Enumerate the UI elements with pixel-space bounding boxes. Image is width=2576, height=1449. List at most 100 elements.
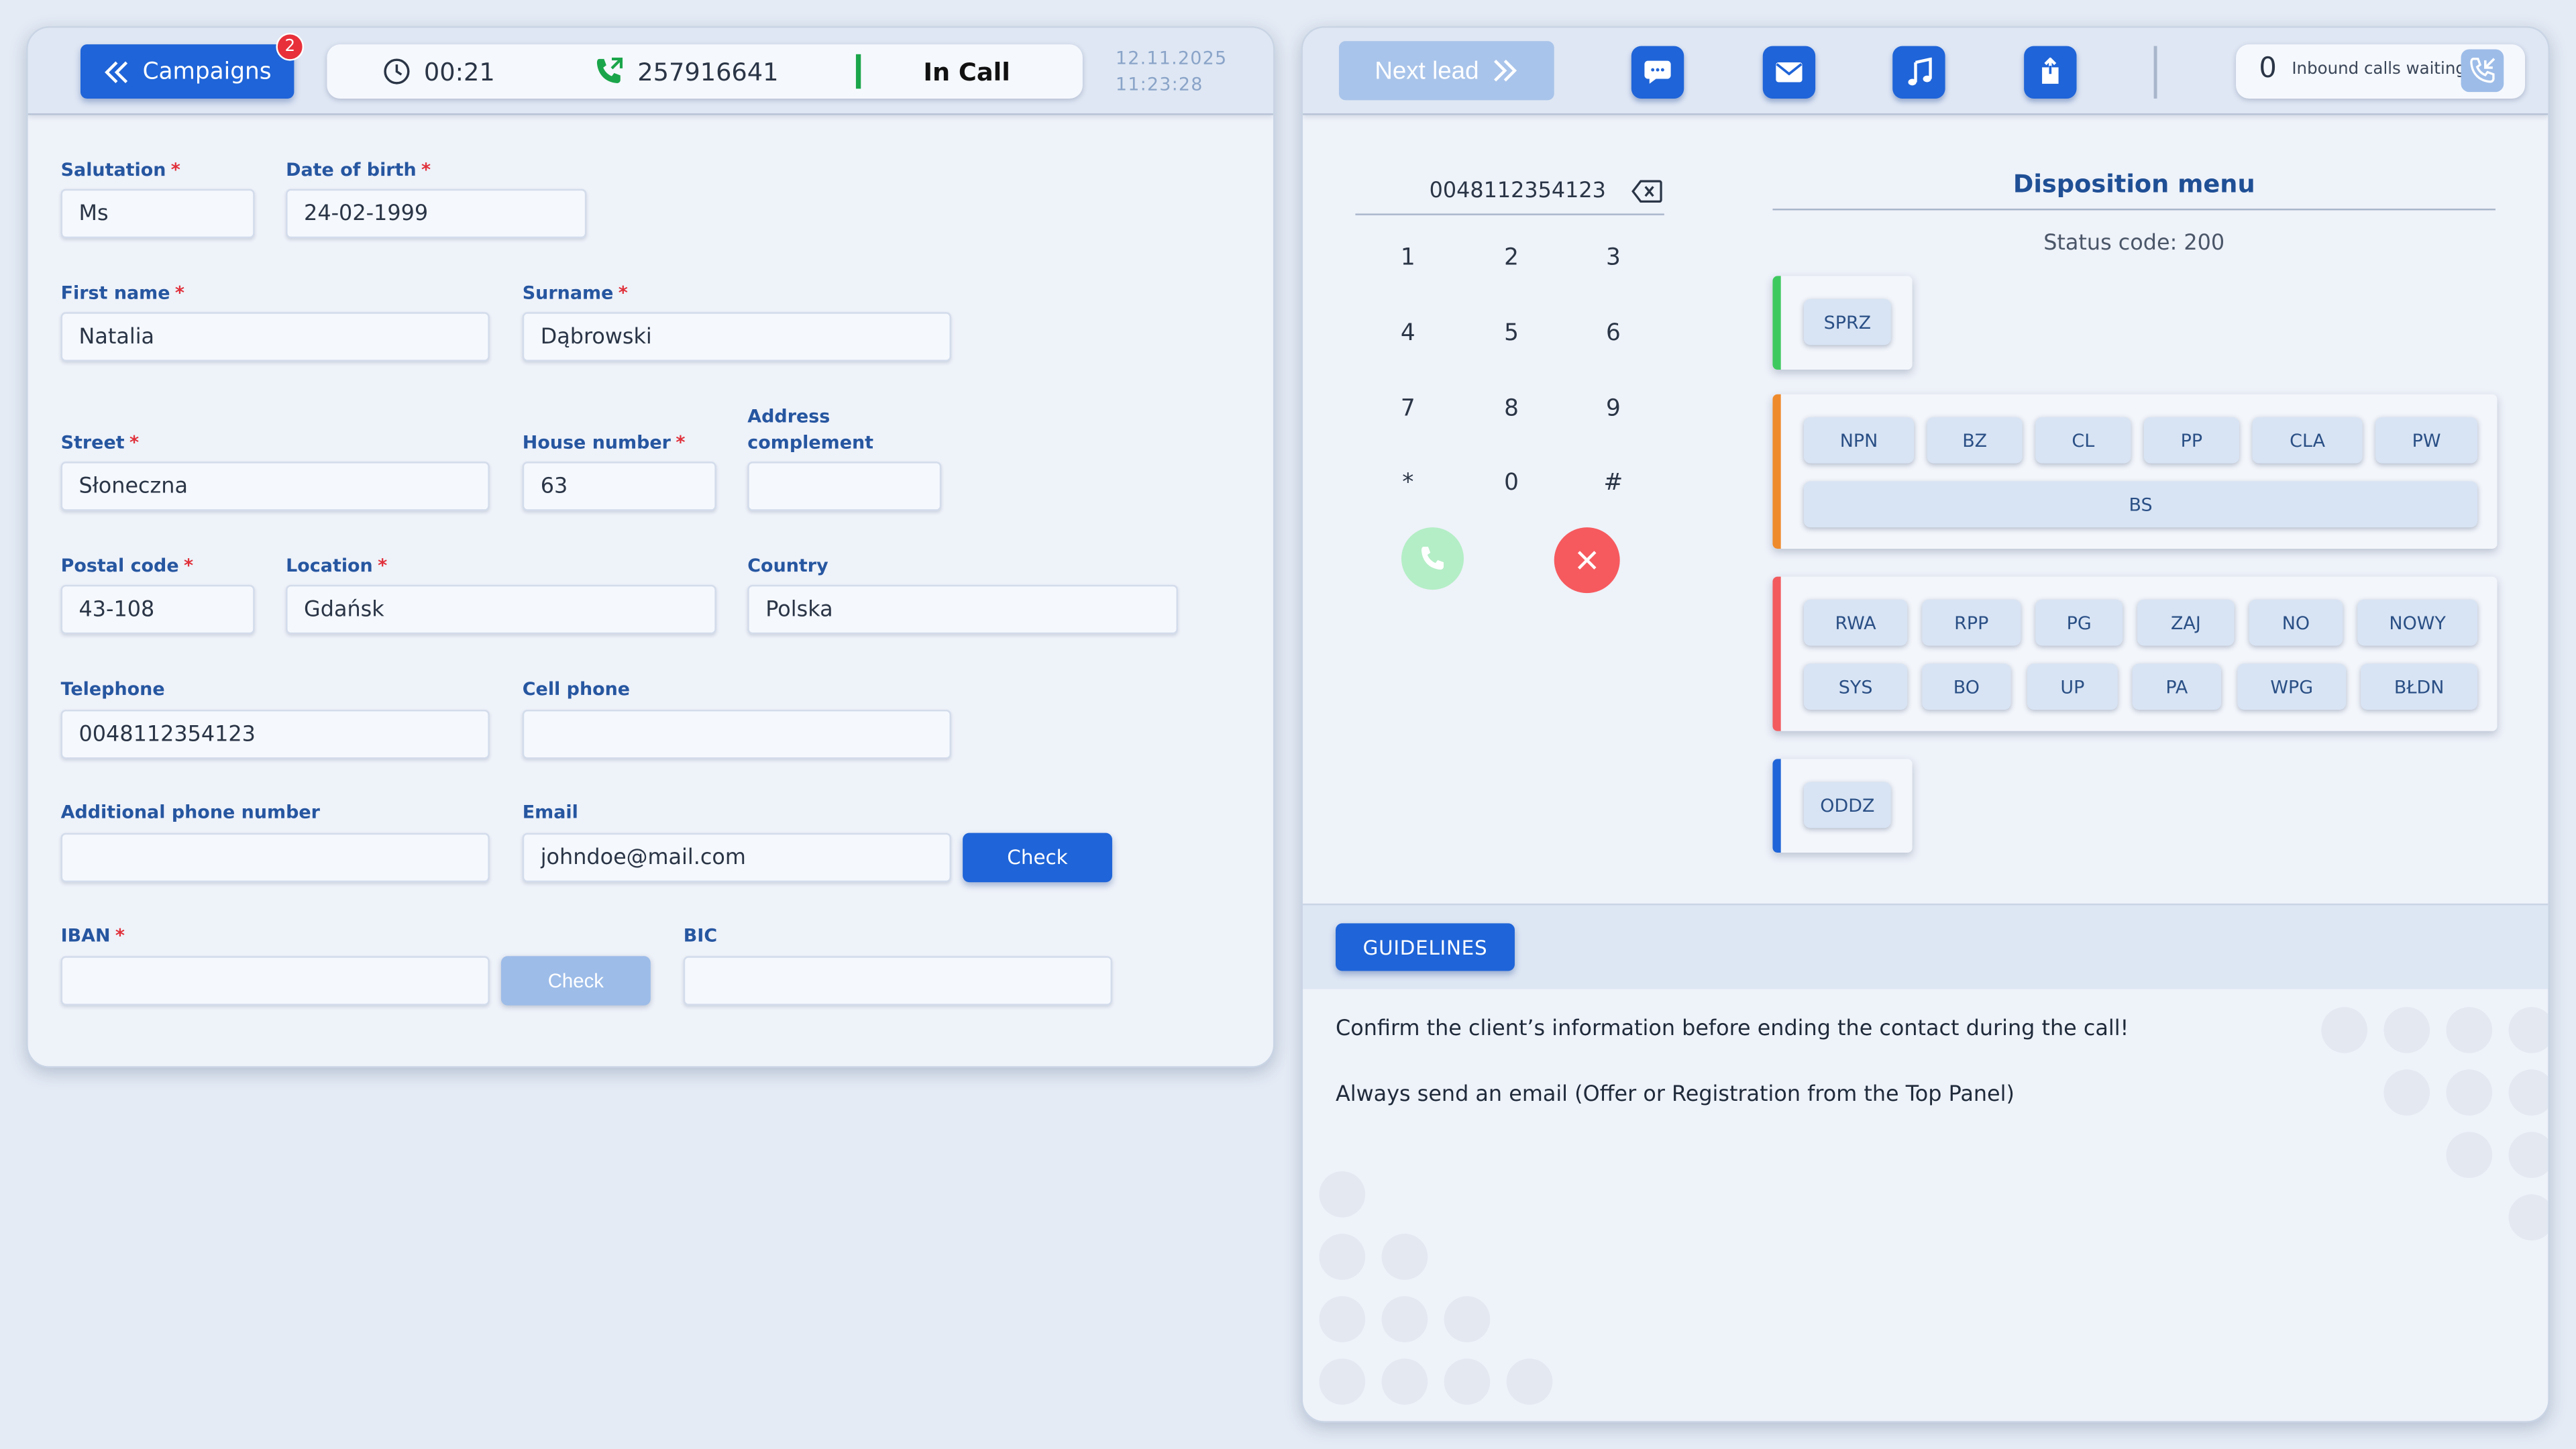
iban-field[interactable] xyxy=(60,956,490,1006)
dial-display[interactable]: 0048112354123 xyxy=(1355,176,1664,215)
close-icon xyxy=(1577,551,1597,570)
next-lead-button[interactable]: Next lead xyxy=(1338,41,1554,101)
customer-form-panel: Campaigns 2 00:21 257916641 In Call 12.1… xyxy=(26,26,1275,1068)
decorative-dot xyxy=(2508,1069,2548,1116)
location-field[interactable] xyxy=(286,584,716,635)
dialer-toolbar: Next lead 0 Inbound calls waiting xyxy=(1303,28,2548,115)
dialpad-key[interactable]: # xyxy=(1580,462,1646,504)
campaigns-count-badge: 2 xyxy=(276,32,305,61)
disposition-group-success: SPRZ xyxy=(1772,276,1913,370)
dob-field[interactable] xyxy=(286,189,587,239)
additional-phone-field[interactable] xyxy=(60,833,490,883)
decorative-dot xyxy=(1319,1234,1366,1280)
dispo-button-cl[interactable]: CL xyxy=(2035,417,2131,464)
mail-icon[interactable] xyxy=(1762,46,1816,99)
backspace-icon[interactable] xyxy=(1631,179,1663,211)
dispo-button-cla[interactable]: CLA xyxy=(2252,417,2363,464)
dialpad-key[interactable]: 1 xyxy=(1375,237,1441,280)
dialpad-key[interactable]: 3 xyxy=(1580,237,1646,280)
dispo-button-pg[interactable]: PG xyxy=(2035,599,2123,646)
dialpad-key[interactable]: 7 xyxy=(1375,388,1441,431)
country-field[interactable] xyxy=(747,584,1178,635)
dispo-button-pa[interactable]: PA xyxy=(2132,663,2222,710)
phone-icon xyxy=(1421,547,1444,570)
dialpad-key[interactable]: 4 xyxy=(1375,312,1441,355)
dispo-button-up[interactable]: UP xyxy=(2027,663,2118,710)
dispo-button-bz[interactable]: BZ xyxy=(1927,417,2023,464)
dispo-button-oddz[interactable]: ODDZ xyxy=(1803,782,1891,828)
inbound-calls-count: 0 xyxy=(2259,52,2277,86)
dispo-button-bs[interactable]: BS xyxy=(1803,481,2478,528)
decorative-dot xyxy=(2508,1007,2548,1053)
country-label: Country xyxy=(747,555,828,577)
transfer-icon[interactable] xyxy=(2024,46,2077,99)
dispo-button-pw[interactable]: PW xyxy=(2375,417,2478,464)
decorative-dot xyxy=(2446,1132,2493,1178)
address-complement-field[interactable] xyxy=(747,462,942,511)
decorative-dot xyxy=(1319,1358,1366,1405)
house-number-field[interactable] xyxy=(522,462,716,511)
dispo-button-bldn[interactable]: BŁDN xyxy=(2361,663,2478,710)
cell-phone-field[interactable] xyxy=(522,709,951,759)
decorative-dot xyxy=(1381,1296,1428,1342)
dob-label: Date of birth * xyxy=(286,159,431,181)
phone-incoming-icon[interactable] xyxy=(2461,49,2504,93)
guideline-text: Confirm the client’s information before … xyxy=(1336,1016,2129,1042)
decorative-dot xyxy=(1319,1171,1366,1218)
dispo-button-sprz[interactable]: SPRZ xyxy=(1803,299,1891,345)
current-datetime: 12.11.2025 11:23:28 xyxy=(1116,46,1227,99)
salutation-field[interactable] xyxy=(60,189,255,239)
decorative-dot xyxy=(2383,1069,2430,1116)
hangup-button[interactable] xyxy=(1554,527,1620,594)
campaigns-button[interactable]: Campaigns xyxy=(80,44,294,99)
dispo-button-wpg[interactable]: WPG xyxy=(2237,663,2347,710)
iban-label: IBAN * xyxy=(60,924,125,947)
telephone-label: Telephone xyxy=(60,678,165,700)
call-timer-value: 00:21 xyxy=(423,56,495,87)
dispo-button-zaj[interactable]: ZAJ xyxy=(2137,599,2235,646)
surname-field[interactable] xyxy=(522,312,951,362)
double-chevron-left-icon xyxy=(104,60,127,83)
decorative-dot xyxy=(2446,1007,2493,1053)
current-time: 11:23:28 xyxy=(1115,74,1203,96)
telephone-field[interactable] xyxy=(60,709,490,759)
dialpad-key[interactable]: 0 xyxy=(1479,462,1544,504)
iban-check-button[interactable]: Check xyxy=(500,956,651,1006)
dialpad-key[interactable]: 6 xyxy=(1580,312,1646,355)
email-check-button[interactable]: Check xyxy=(963,833,1112,883)
dialpad-key[interactable]: 5 xyxy=(1479,312,1544,355)
street-field[interactable] xyxy=(60,462,490,511)
dispo-button-bo[interactable]: BO xyxy=(1922,663,2011,710)
first-name-label: First name * xyxy=(60,282,185,305)
guidelines-button[interactable]: GUIDELINES xyxy=(1336,923,1515,971)
music-icon[interactable] xyxy=(1892,46,1945,99)
dialpad-key[interactable]: * xyxy=(1375,462,1441,504)
call-status-indicator xyxy=(855,54,861,89)
dispo-button-no[interactable]: NO xyxy=(2249,599,2343,646)
dialpad-key[interactable]: 8 xyxy=(1479,388,1544,431)
dispo-button-rwa[interactable]: RWA xyxy=(1803,599,1908,646)
dispo-button-pp[interactable]: PP xyxy=(2143,417,2239,464)
dispo-button-nowy[interactable]: NOWY xyxy=(2357,599,2478,646)
postal-code-field[interactable] xyxy=(60,584,255,635)
call-timer: 00:21 xyxy=(383,44,495,99)
bic-field[interactable] xyxy=(683,956,1112,1006)
first-name-field[interactable] xyxy=(60,312,490,362)
call-button[interactable] xyxy=(1401,527,1464,590)
disposition-title: Disposition menu xyxy=(1772,169,2496,211)
dispo-button-sys[interactable]: SYS xyxy=(1803,663,1908,710)
dialpad-key[interactable]: 2 xyxy=(1479,237,1544,280)
email-field[interactable] xyxy=(522,833,951,883)
chat-icon[interactable] xyxy=(1631,46,1684,99)
dispo-button-npn[interactable]: NPN xyxy=(1803,417,1915,464)
current-date: 12.11.2025 xyxy=(1115,48,1228,69)
dial-number: 0048112354123 xyxy=(1429,178,1606,204)
decorative-dot xyxy=(1444,1358,1491,1405)
toolbar-divider xyxy=(2153,46,2157,99)
disposition-group-blue: ODDZ xyxy=(1772,759,1913,853)
call-info-box: 00:21 257916641 In Call xyxy=(327,44,1083,99)
dispo-button-rpp[interactable]: RPP xyxy=(1922,599,2021,646)
dialpad-key[interactable]: 9 xyxy=(1580,388,1646,431)
caller-number-value: 257916641 xyxy=(637,56,779,87)
location-label: Location * xyxy=(286,555,388,577)
